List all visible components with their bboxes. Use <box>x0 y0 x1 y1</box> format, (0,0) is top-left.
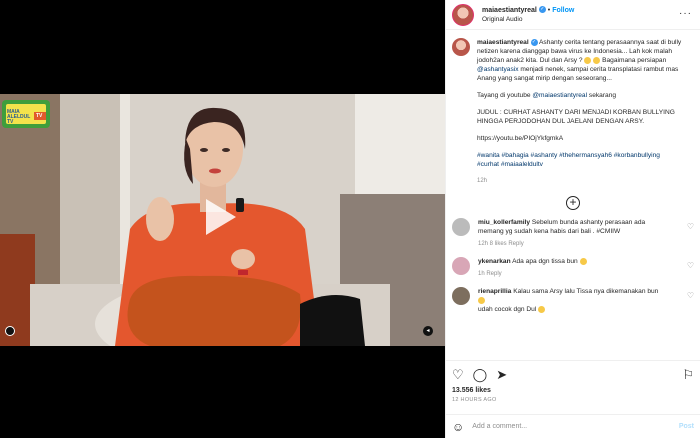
grin-emoji-icon <box>584 56 592 64</box>
caption-username[interactable]: maiaestiantyreal <box>477 39 529 46</box>
instagram-account-icon[interactable] <box>5 326 15 336</box>
comment-username[interactable]: ykenarkan <box>478 258 511 265</box>
video-player[interactable]: MAIA ALELDUL TV TV ◂ <box>0 94 445 346</box>
comment-avatar[interactable] <box>452 287 470 305</box>
share-icon[interactable]: ➤ <box>496 367 507 383</box>
header-separator: • <box>547 6 551 14</box>
avatar[interactable] <box>452 3 474 26</box>
mute-icon[interactable]: ◂ <box>423 326 433 336</box>
caption-text: maiaestiantyreal ✓ Ashanty cerita tentan… <box>477 38 682 186</box>
post-header: maiaestiantyreal ✓ • Follow Original Aud… <box>446 0 700 30</box>
likes-count[interactable]: 13.556 likes <box>452 387 694 394</box>
comment-text: Ada apa dgn tissa bun <box>512 258 580 265</box>
caption-avatar[interactable] <box>452 38 470 56</box>
comment-meta[interactable]: 12h 8 likes Reply <box>478 240 663 249</box>
follow-button[interactable]: Follow <box>552 7 574 14</box>
emoji-icon <box>538 305 546 313</box>
author-block: maiaestiantyreal ✓ • Follow Original Aud… <box>482 6 574 24</box>
tv-logo-badge: TV <box>36 113 43 119</box>
author-username[interactable]: maiaestiantyreal <box>482 7 537 14</box>
comment-icon[interactable]: ◯ <box>473 367 488 383</box>
comment-avatar[interactable] <box>452 257 470 275</box>
load-more-comments-icon[interactable]: + <box>566 196 580 210</box>
caption-p2-lead: Tayang di youtube <box>477 92 533 99</box>
like-comment-icon[interactable]: ♡ <box>687 291 694 300</box>
like-comment-icon[interactable]: ♡ <box>687 261 694 270</box>
comment-meta[interactable]: 1h Reply <box>478 270 663 279</box>
media-area: MAIA ALELDUL TV TV ◂ <box>0 0 445 438</box>
audio-label[interactable]: Original Audio <box>482 15 574 24</box>
like-comment-icon[interactable]: ♡ <box>687 222 694 231</box>
caption-p1-mid: Bagaimana persiapan <box>600 57 667 64</box>
verified-icon: ✓ <box>530 38 538 46</box>
post-button[interactable]: Post <box>679 423 694 430</box>
tv-logo-text: MAIA ALELDUL TV <box>7 109 31 125</box>
hashtags[interactable]: #wanita #bahagia #ashanty #thehermansyah… <box>477 151 682 169</box>
comment: miu_kollerfamily Sebelum bunda ashanty p… <box>452 218 694 249</box>
caption-time[interactable]: 12h <box>477 177 682 186</box>
action-bar: ♡ ◯ ➤ ⚐ 13.556 likes 12 HOURS AGO <box>446 360 700 414</box>
comment-text: Kalau sama Arsy lalu Tissa nya dikemanak… <box>513 288 659 295</box>
caption-title: JUDUL : CURHAT ASHANTY DARI MENJADI KORB… <box>477 109 675 125</box>
comment-username[interactable]: miu_kollerfamily <box>478 219 530 226</box>
app: MAIA ALELDUL TV TV ◂ maiaestiantyreal ✓ … <box>0 0 700 438</box>
more-options-icon[interactable]: ··· <box>679 8 692 19</box>
comment: rienaprillia Kalau sama Arsy lalu Tissa … <box>452 287 694 314</box>
comment-username[interactable]: rienaprillia <box>478 288 511 295</box>
caption: maiaestiantyreal ✓ Ashanty cerita tentan… <box>452 38 694 186</box>
comment-input[interactable]: Add a comment... <box>472 423 527 430</box>
bookmark-icon[interactable]: ⚐ <box>682 367 694 383</box>
comment-text-line2: udah cocok dgn Dul <box>478 306 539 313</box>
emoji-icon <box>579 257 587 265</box>
post-age[interactable]: 12 HOURS AGO <box>452 397 694 403</box>
verified-icon: ✓ <box>538 6 546 14</box>
comment-avatar[interactable] <box>452 218 470 236</box>
comment: ykenarkan Ada apa dgn tissa bun 1h Reply… <box>452 257 694 279</box>
caption-p2-tail: sekarang <box>587 92 617 99</box>
emoji-picker-icon[interactable]: ☺ <box>452 420 464 434</box>
mention-link[interactable]: @ashantyasix <box>477 66 519 73</box>
youtube-link[interactable]: https://youtu.be/PIOjYkfgmkA <box>477 134 682 143</box>
post-panel: maiaestiantyreal ✓ • Follow Original Aud… <box>445 0 700 438</box>
comments-scroll[interactable]: maiaestiantyreal ✓ Ashanty cerita tentan… <box>446 30 700 360</box>
add-comment-bar: ☺ Add a comment... Post <box>446 414 700 438</box>
like-icon[interactable]: ♡ <box>452 367 464 383</box>
play-icon[interactable] <box>206 199 236 235</box>
mention-link[interactable]: @maiaestiantyreal <box>532 92 587 99</box>
emoji-icon <box>478 296 485 304</box>
